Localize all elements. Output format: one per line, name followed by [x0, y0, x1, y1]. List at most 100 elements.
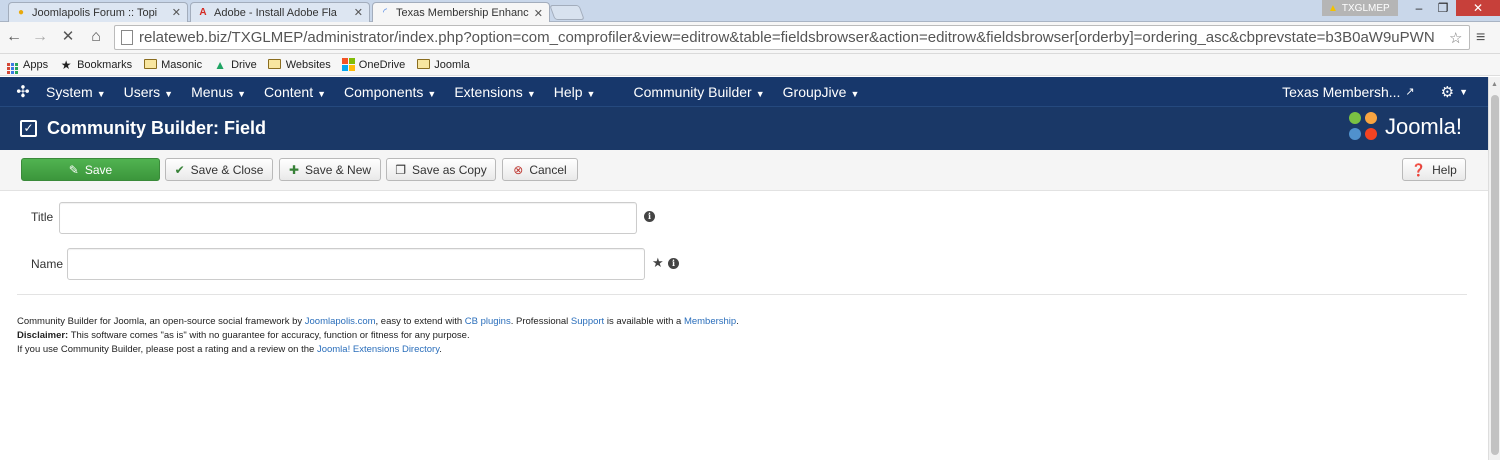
- footer-line-3: If you use Community Builder, please pos…: [17, 344, 442, 355]
- help-button[interactable]: ❓ Help: [1402, 158, 1466, 181]
- bookmark-star-icon[interactable]: ☆: [1449, 29, 1469, 47]
- name-input[interactable]: [67, 248, 645, 280]
- window-close-button[interactable]: ✕: [1456, 0, 1500, 16]
- browser-toolbar: ← → ✕ ⌂ relateweb.biz/TXGLMEP/administra…: [0, 22, 1500, 54]
- save-button[interactable]: ✎ Save: [21, 158, 160, 181]
- copy-icon: ❐: [395, 162, 407, 177]
- close-icon[interactable]: ✕: [534, 7, 543, 20]
- maximize-button[interactable]: ❐: [1430, 0, 1456, 16]
- bookmarks-bar: Apps ★ Bookmarks Masonic ▲ Drive Website…: [0, 54, 1500, 76]
- divider: [17, 294, 1467, 295]
- joomla-logo-icon[interactable]: ✣: [0, 82, 46, 102]
- membership-link[interactable]: Membership: [684, 316, 736, 327]
- menu-menus[interactable]: Menus ▼: [191, 84, 246, 100]
- bookmark-label: Apps: [23, 58, 49, 71]
- info-icon[interactable]: i: [668, 258, 679, 269]
- footer-disclaimer: Disclaimer: This software comes "as is" …: [17, 330, 470, 341]
- bookmark-bookmarks[interactable]: ★ Bookmarks: [59, 58, 132, 72]
- caret-down-icon: ▼: [317, 88, 327, 99]
- support-link[interactable]: Support: [571, 316, 604, 327]
- menu-extensions[interactable]: Extensions ▼: [454, 84, 535, 100]
- title-input[interactable]: [59, 202, 637, 234]
- page-scrollbar[interactable]: ▲: [1488, 77, 1500, 460]
- bookmark-joomla[interactable]: Joomla: [416, 58, 470, 72]
- bookmark-drive[interactable]: ▲ Drive: [213, 58, 257, 72]
- bookmark-label: Websites: [285, 58, 331, 71]
- caret-down-icon: ▼: [526, 88, 536, 99]
- menu-community-builder[interactable]: Community Builder ▼: [633, 84, 764, 100]
- back-arrow-icon[interactable]: ←: [4, 27, 24, 47]
- scroll-up-arrow-icon[interactable]: ▲: [1491, 81, 1498, 88]
- browser-tab-adobe[interactable]: A Adobe - Install Adobe Fla ✕: [190, 2, 370, 22]
- caret-down-icon: ▼: [237, 88, 247, 99]
- bookmark-masonic[interactable]: Masonic: [143, 58, 202, 72]
- save-new-button[interactable]: ✚ Save & New: [279, 158, 381, 181]
- checkbox-edit-icon: ✓: [20, 120, 37, 137]
- menu-content[interactable]: Content ▼: [264, 84, 326, 100]
- page-title: Community Builder: Field: [47, 118, 267, 138]
- home-icon[interactable]: ⌂: [86, 27, 106, 47]
- bookmark-websites[interactable]: Websites: [268, 58, 331, 72]
- browser-tab-joomlapolis[interactable]: ● Joomlapolis Forum :: Topi ✕: [8, 2, 188, 22]
- bookmark-label: Bookmarks: [77, 58, 133, 71]
- save-copy-label: Save as Copy: [412, 162, 487, 177]
- save-copy-button[interactable]: ❐ Save as Copy: [386, 158, 496, 181]
- caret-down-icon: ▼: [1459, 86, 1468, 97]
- browser-menu-icon[interactable]: ≡: [1476, 29, 1485, 47]
- address-bar[interactable]: relateweb.biz/TXGLMEP/administrator/inde…: [114, 25, 1470, 50]
- save-close-button[interactable]: ✔ Save & Close: [165, 158, 273, 181]
- checkmark-icon: ✔: [174, 162, 185, 177]
- save-close-label: Save & Close: [190, 162, 264, 177]
- close-icon[interactable]: ✕: [354, 6, 363, 19]
- external-link-icon: ↗: [1405, 86, 1415, 98]
- warning-icon: ▲: [1328, 2, 1338, 14]
- bookmark-apps[interactable]: Apps: [5, 55, 48, 74]
- cancel-button[interactable]: ⊗ Cancel: [502, 158, 578, 181]
- browser-tab-texas-membership[interactable]: ◜ Texas Membership Enhanc ✕: [372, 2, 550, 23]
- joomla-brand-icon: [1348, 112, 1379, 142]
- apps-icon: [5, 55, 19, 74]
- admin-user-area: Texas Membersh... ↗ ⚙ ▼: [1282, 77, 1468, 106]
- cb-plugins-link[interactable]: CB plugins: [465, 316, 511, 327]
- menu-groupjive[interactable]: GroupJive ▼: [783, 84, 860, 100]
- caret-down-icon: ▼: [850, 88, 860, 99]
- edit-icon: ✎: [68, 162, 79, 177]
- profile-badge[interactable]: ▲ TXGLMEP: [1322, 0, 1398, 16]
- adobe-icon: A: [199, 6, 207, 18]
- browser-tab-strip: ● Joomlapolis Forum :: Topi ✕ A Adobe - …: [0, 0, 1500, 23]
- joomla-brand: Joomla!: [1348, 112, 1462, 142]
- joomla-admin-menu: ✣ System ▼ Users ▼ Menus ▼ Content ▼ Compone…: [0, 77, 1488, 106]
- gear-icon[interactable]: ⚙: [1441, 83, 1454, 101]
- menu-help[interactable]: Help ▼: [554, 84, 596, 100]
- bookmark-label: OneDrive: [358, 58, 406, 71]
- question-circle-icon: ❓: [1411, 162, 1427, 177]
- tab-label: Joomlapolis Forum :: Topi: [32, 6, 158, 19]
- forward-arrow-icon[interactable]: →: [30, 27, 50, 47]
- scrollbar-thumb[interactable]: [1491, 95, 1499, 455]
- page-icon: [121, 30, 133, 45]
- drive-icon: ▲: [214, 57, 227, 72]
- help-label: Help: [1432, 162, 1457, 177]
- cancel-label: Cancel: [529, 162, 567, 177]
- page-header: ✓ Community Builder: Field Joomla!: [0, 106, 1488, 150]
- site-name-link[interactable]: Texas Membersh...: [1282, 84, 1400, 100]
- menu-components[interactable]: Components ▼: [344, 84, 436, 100]
- minimize-button[interactable]: –: [1406, 0, 1432, 16]
- action-toolbar: ✎ Save ✔ Save & Close ✚ Save & New ❐ Sav…: [0, 150, 1488, 191]
- disclaimer-label: Disclaimer:: [17, 330, 69, 341]
- stop-loading-icon[interactable]: ✕: [58, 27, 78, 47]
- bookmark-onedrive[interactable]: OneDrive: [341, 58, 406, 71]
- info-icon[interactable]: i: [644, 211, 655, 222]
- cancel-circle-icon: ⊗: [513, 162, 524, 177]
- windows-icon: [341, 58, 355, 71]
- joomlapolis-link[interactable]: Joomlapolis.com: [305, 316, 376, 327]
- close-icon[interactable]: ✕: [172, 6, 181, 19]
- save-label: Save: [84, 162, 113, 177]
- folder-icon: [268, 58, 282, 72]
- tab-label: Adobe - Install Adobe Fla: [214, 6, 337, 19]
- menu-users[interactable]: Users ▼: [124, 84, 173, 100]
- title-label: Title: [31, 210, 54, 224]
- menu-system[interactable]: System ▼: [46, 84, 106, 100]
- new-tab-button[interactable]: [549, 5, 585, 20]
- jed-link[interactable]: Joomla! Extensions Directory: [317, 344, 439, 355]
